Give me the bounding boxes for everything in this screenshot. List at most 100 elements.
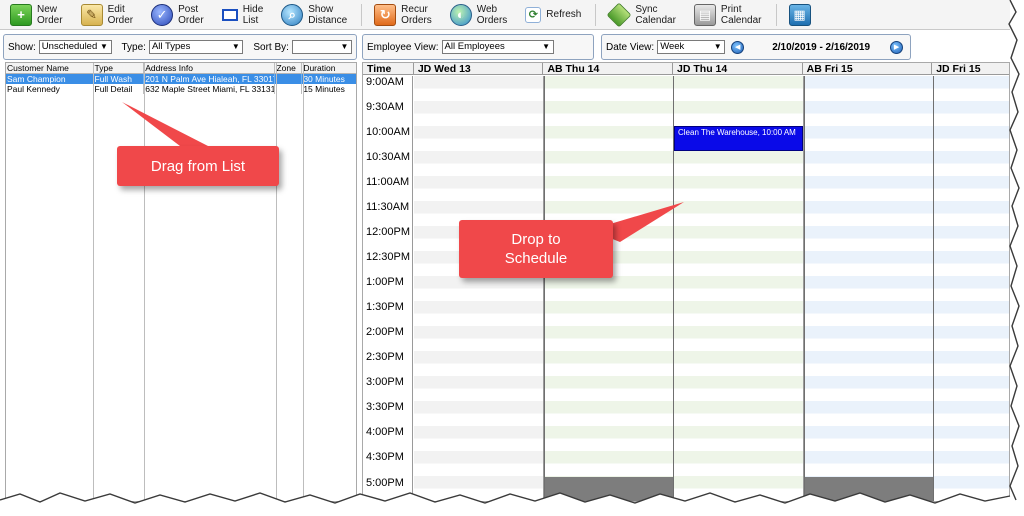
show-dropdown-value: Unscheduled (41, 41, 98, 52)
time-slot-label: 9:30AM (366, 101, 404, 113)
column-header-duration[interactable]: Duration (302, 63, 356, 73)
table-row[interactable]: Sam Champion Full Wash 201 N Palm Ave Hi… (6, 74, 356, 84)
post-order-label: Post Order (178, 3, 204, 26)
drop-to-schedule-callout: Drop to Schedule (459, 220, 613, 278)
toolbar-separator (361, 3, 363, 26)
day-column-header[interactable]: JD Wed 13 (414, 63, 544, 74)
arrow-left-icon: ◀ (734, 43, 741, 51)
new-order-icon: + (10, 3, 32, 26)
previous-week-button[interactable]: ◀ (731, 40, 745, 54)
day-column-header[interactable]: JD Thu 14 (673, 63, 803, 74)
day-column-ab-fri[interactable] (804, 76, 934, 501)
column-header-customer-name[interactable]: Customer Name (6, 63, 94, 73)
time-slot-label: 12:00PM (366, 226, 411, 238)
new-order-button[interactable]: + New Order (6, 1, 67, 29)
time-slot-label: 10:00AM (366, 126, 411, 138)
post-order-icon: ✓ (151, 3, 174, 26)
type-dropdown-value: All Types (151, 41, 191, 52)
column-header-zone[interactable]: Zone (275, 63, 303, 73)
time-slot-label: 2:30PM (366, 351, 404, 363)
time-column: 9:00AM 9:30AM 10:00AM 10:30AM 11:00AM 11… (363, 76, 413, 501)
time-slot-label: 11:00AM (366, 176, 410, 188)
schedule-header: Time JD Wed 13 AB Thu 14 JD Thu 14 AB Fr… (363, 63, 1009, 75)
day-column-header[interactable]: AB Thu 14 (543, 63, 674, 74)
refresh-button[interactable]: ⟳ Refresh (521, 1, 585, 29)
recur-orders-button[interactable]: ↻ Recur Orders (370, 1, 436, 29)
customer-name-cell: Paul Kennedy (6, 84, 94, 94)
column-header-type[interactable]: Type (94, 63, 145, 73)
employee-view-label: Employee View: (367, 41, 439, 53)
employee-view-dropdown[interactable]: All Employees ▼ (441, 40, 554, 54)
table-row[interactable]: Paul Kennedy Full Detail 632 Maple Stree… (6, 84, 356, 94)
sync-calendar-icon (606, 2, 632, 27)
sortby-label: Sort By: (253, 41, 289, 53)
edit-order-icon: ✎ (80, 3, 103, 26)
refresh-label: Refresh (546, 9, 582, 20)
web-orders-label: Web Orders (476, 3, 508, 26)
sync-calendar-label: Sync Calendar (635, 3, 676, 26)
customer-name-cell: Sam Champion (6, 74, 94, 84)
arrow-right-icon: ▶ (893, 43, 900, 51)
date-view-label: Date View: (606, 41, 655, 53)
chevron-down-icon: ▼ (231, 42, 240, 51)
edit-order-button[interactable]: ✎ Edit Order (77, 1, 138, 29)
scheduled-event[interactable]: Clean The Warehouse, 10:00 AM (674, 126, 803, 151)
main-toolbar: + New Order ✎ Edit Order ✓ Post Order Hi… (0, 0, 1010, 30)
day-column-header[interactable]: JD Fri 15 (932, 63, 1009, 74)
type-dropdown[interactable]: All Types ▼ (148, 40, 244, 54)
day-column-ab-thu[interactable] (544, 76, 674, 501)
time-slot-label: 1:00PM (366, 276, 404, 288)
show-distance-icon: ⌕ (281, 3, 304, 26)
time-slot-label: 4:30PM (366, 451, 404, 463)
sortby-dropdown[interactable]: ▼ (291, 40, 352, 54)
date-range: 2/10/2019 - 2/16/2019 (772, 41, 871, 53)
employee-view-value: All Employees (444, 41, 505, 52)
time-slot-label: 1:30PM (366, 301, 404, 313)
hide-list-icon (221, 8, 238, 21)
show-distance-button[interactable]: ⌕ Show Distance (277, 1, 351, 29)
time-slot-label: 3:00PM (366, 376, 404, 388)
chevron-down-icon: ▼ (340, 42, 349, 51)
day-column-jd-wed[interactable] (414, 76, 544, 501)
post-order-button[interactable]: ✓ Post Order (147, 1, 208, 29)
day-column-jd-fri[interactable] (934, 76, 1009, 501)
schedule-calendar[interactable]: Time JD Wed 13 AB Thu 14 JD Thu 14 AB Fr… (362, 62, 1010, 502)
address-cell: 201 N Palm Ave Hialeah, FL 33017 (144, 74, 276, 84)
column-divider (276, 63, 277, 501)
day-column-jd-thu[interactable]: Clean The Warehouse, 10:00 AM (674, 76, 804, 501)
column-header-address[interactable]: Address Info (144, 63, 276, 73)
type-label: Type: (121, 41, 146, 53)
column-divider (93, 63, 94, 501)
chevron-down-icon: ▼ (100, 42, 108, 51)
hide-list-label: Hide List (242, 3, 264, 26)
time-slot-label: 5:00PM (366, 477, 404, 489)
show-dropdown[interactable]: Unscheduled ▼ (38, 40, 112, 54)
export-button[interactable]: ▦ (785, 1, 820, 29)
list-header: Customer Name Type Address Info Zone Dur… (6, 63, 356, 74)
time-column-header: Time (363, 63, 414, 74)
employee-filter-bar: Employee View: All Employees ▼ (362, 34, 594, 60)
new-order-label: New Order (37, 3, 63, 26)
show-distance-label: Show Distance (308, 3, 348, 26)
type-cell: Full Detail (94, 84, 145, 94)
recur-orders-label: Recur Orders (401, 3, 432, 26)
zone-cell (275, 84, 303, 94)
type-cell: Full Wash (93, 74, 145, 84)
edit-order-label: Edit Order (107, 3, 134, 26)
duration-cell: 30 Minutes (302, 74, 356, 84)
drag-from-list-callout: Drag from List (117, 146, 279, 186)
hide-list-button[interactable]: Hide List (218, 1, 268, 29)
date-view-dropdown[interactable]: Week ▼ (657, 40, 726, 54)
off-hours-block (545, 477, 673, 501)
list-filter-bar: Show: Unscheduled ▼ Type: All Types ▼ So… (3, 34, 357, 60)
show-label: Show: (8, 41, 36, 53)
sync-calendar-button[interactable]: Sync Calendar (604, 1, 680, 29)
day-column-header[interactable]: AB Fri 15 (803, 63, 933, 74)
next-week-button[interactable]: ▶ (890, 40, 904, 54)
web-orders-button[interactable]: ◐ Web Orders (446, 1, 512, 29)
print-calendar-label: Print Calendar (720, 3, 762, 26)
address-cell: 632 Maple Street Miami, FL 33131 (145, 84, 276, 94)
off-hours-block (805, 477, 933, 501)
print-calendar-button[interactable]: ▤ Print Calendar (690, 1, 766, 29)
recur-orders-icon: ↻ (374, 3, 397, 26)
